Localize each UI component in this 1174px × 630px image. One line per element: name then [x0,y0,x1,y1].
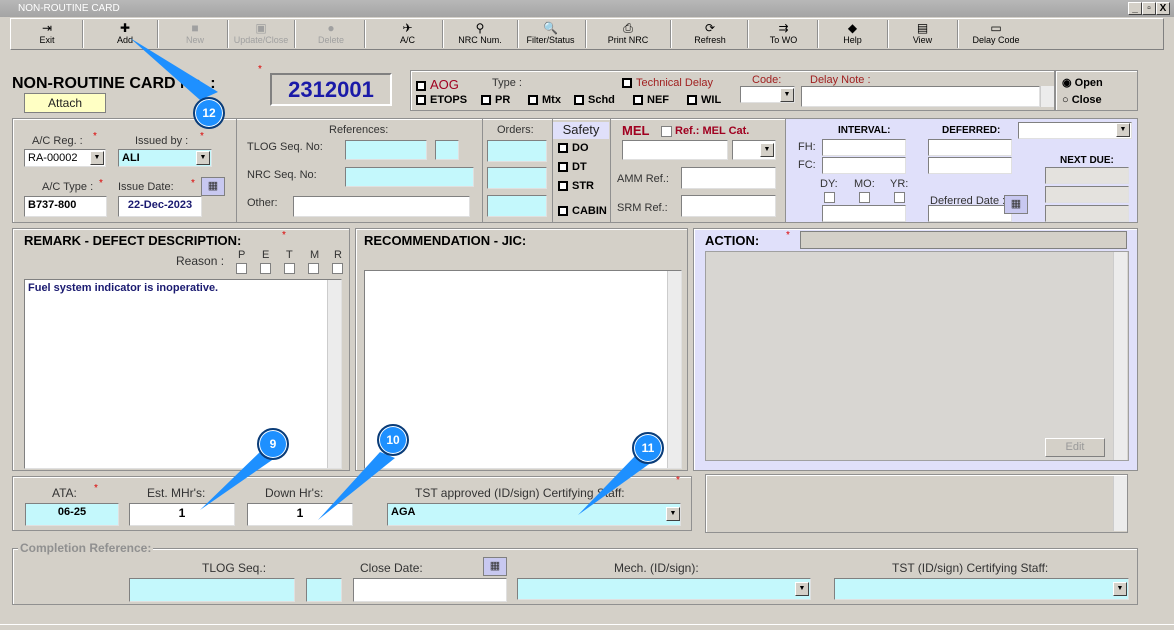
callout-pointers [130,38,652,520]
callout-pointer-12 [130,38,218,100]
callout-badge-10: 10 [377,424,409,456]
callout-badge-12: 12 [193,97,225,129]
callout-badge-11: 11 [632,432,664,464]
callout-pointer-10 [318,452,395,520]
callout-pointer-11 [578,455,652,515]
callout-badge-9: 9 [257,428,289,460]
callout-pointer-9 [200,450,275,510]
